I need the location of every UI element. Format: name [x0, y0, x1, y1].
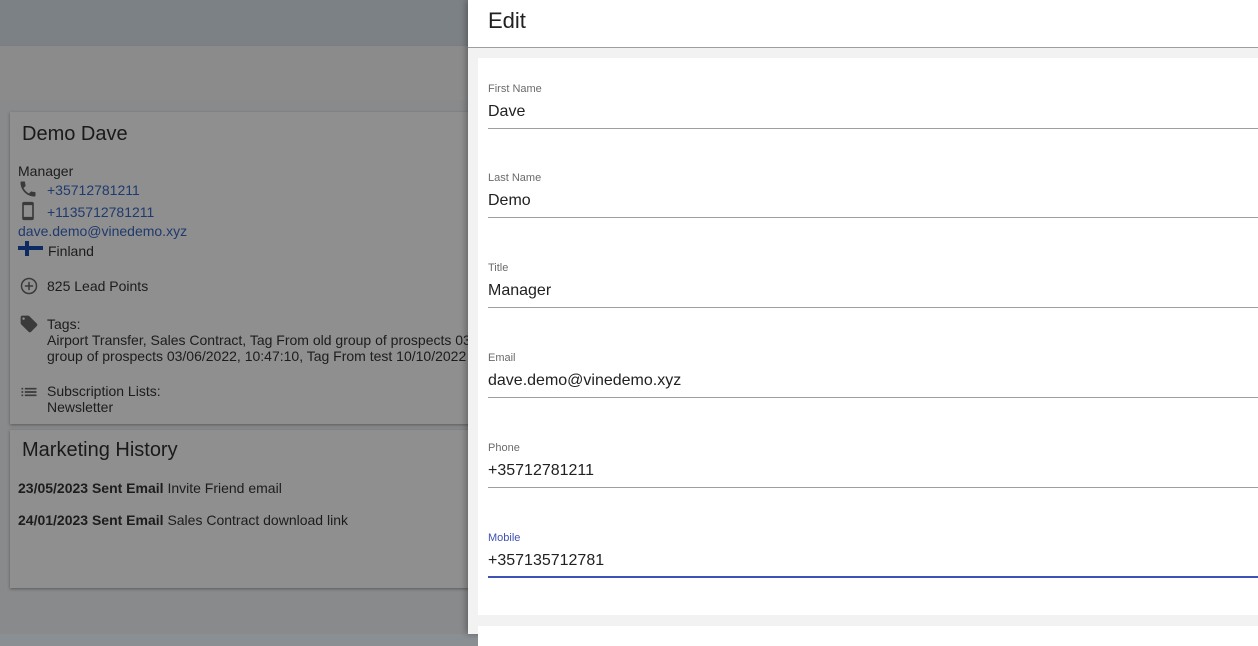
- mobile-input[interactable]: [488, 546, 1258, 576]
- first-name-label: First Name: [488, 83, 542, 95]
- contact-title: Manager: [18, 163, 74, 179]
- phone-icon: [18, 179, 38, 199]
- tag-icon: [19, 314, 39, 334]
- phone-input[interactable]: [488, 456, 1258, 486]
- first-name-input[interactable]: [488, 97, 1258, 127]
- marketing-history-card: Marketing History 23/05/2023 Sent Email …: [10, 430, 480, 588]
- drawer-header: Edit: [468, 0, 1258, 48]
- edit-drawer: Edit First Name Last Name Title Email: [468, 0, 1258, 646]
- first-name-field: First Name: [488, 83, 1258, 133]
- phone-label: Phone: [488, 442, 520, 454]
- history-detail: Invite Friend email: [167, 480, 282, 496]
- history-detail: Sales Contract download link: [167, 512, 348, 528]
- email-input[interactable]: [488, 366, 1258, 396]
- drawer-title: Edit: [488, 8, 526, 33]
- last-name-label: Last Name: [488, 172, 542, 184]
- history-date-event: 24/01/2023 Sent Email: [18, 512, 164, 528]
- marketing-history-title: Marketing History: [22, 439, 178, 461]
- field-underline: [488, 576, 1258, 578]
- field-underline: [488, 128, 1258, 129]
- subscriptions-value: Newsletter: [47, 399, 114, 415]
- phone-field: Phone: [488, 442, 1258, 492]
- contact-mobile-link[interactable]: +1135712781211: [47, 204, 154, 220]
- last-name-field: Last Name: [488, 172, 1258, 222]
- field-underline: [488, 487, 1258, 488]
- tags-line-1: Airport Transfer, Sales Contract, Tag Fr…: [47, 332, 471, 348]
- lead-points: 825 Lead Points: [47, 278, 149, 294]
- email-label: Email: [488, 352, 516, 364]
- title-field: Title: [488, 262, 1258, 312]
- tags-line-2: group of prospects 03/06/2022, 10:47:10,…: [47, 348, 467, 364]
- title-input[interactable]: [488, 276, 1258, 306]
- edit-form: First Name Last Name Title Email Pho: [478, 58, 1258, 615]
- contact-country: Finland: [48, 243, 94, 259]
- last-name-input[interactable]: [488, 186, 1258, 216]
- email-field: Email: [488, 352, 1258, 402]
- history-row: 24/01/2023 Sent Email Sales Contract dow…: [18, 512, 348, 528]
- drawer-body: First Name Last Name Title Email Pho: [468, 48, 1258, 646]
- contact-phone-link[interactable]: +35712781211: [47, 182, 140, 198]
- tags-label: Tags:: [47, 316, 81, 332]
- finland-flag-icon: [18, 241, 43, 256]
- smartphone-icon: [18, 201, 38, 221]
- field-underline: [488, 307, 1258, 308]
- history-row: 23/05/2023 Sent Email Invite Friend emai…: [18, 480, 282, 496]
- mobile-field: Mobile: [488, 532, 1258, 582]
- contact-email-link[interactable]: dave.demo@vinedemo.xyz: [18, 223, 187, 239]
- subscriptions-label: Subscription Lists:: [47, 383, 161, 399]
- contact-card: Demo Dave Manager +35712781211 +11357127…: [10, 112, 480, 424]
- title-label: Title: [488, 262, 509, 274]
- field-underline: [488, 397, 1258, 398]
- next-form-section: [478, 626, 1258, 646]
- add-circle-icon: [19, 276, 39, 296]
- list-icon: [19, 382, 39, 402]
- contact-name: Demo Dave: [22, 123, 128, 145]
- mobile-label: Mobile: [488, 532, 521, 544]
- field-underline: [488, 217, 1258, 218]
- history-date-event: 23/05/2023 Sent Email: [18, 480, 164, 496]
